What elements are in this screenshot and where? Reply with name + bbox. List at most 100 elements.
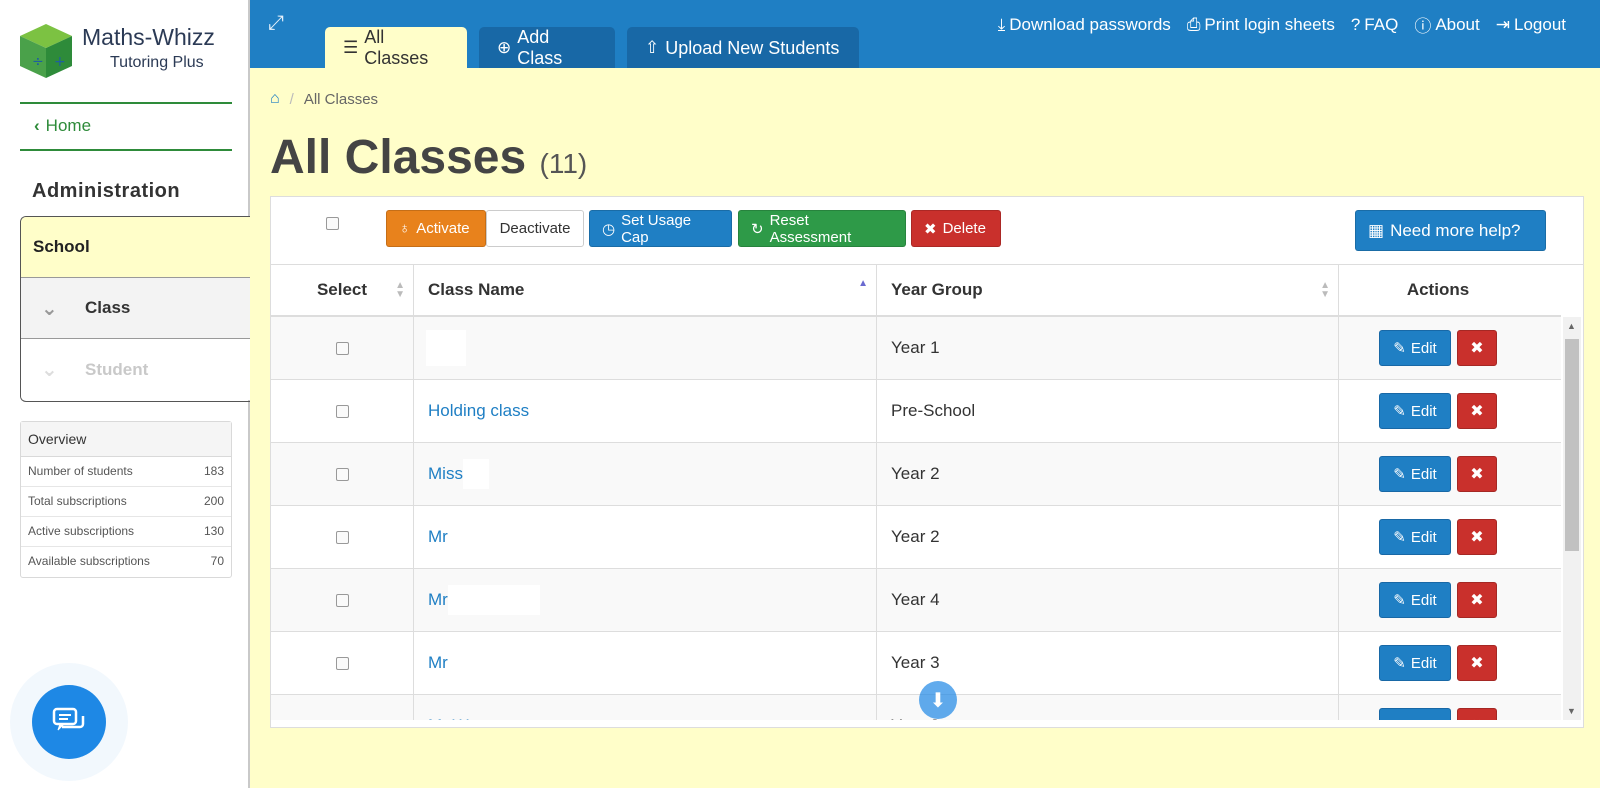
link-label: Download passwords	[1009, 14, 1171, 34]
select-all-checkbox[interactable]	[326, 217, 339, 230]
film-icon: ▦	[1368, 220, 1385, 240]
actions-cell: ✎Edit ✖	[1339, 569, 1537, 631]
table-row: Mr WYear 3✎Edit✖	[271, 695, 1561, 720]
page-title-text: All Classes	[270, 131, 527, 184]
edit-icon: ✎	[1393, 592, 1406, 609]
close-icon: ✖	[1470, 466, 1484, 483]
row-checkbox[interactable]	[335, 467, 349, 481]
column-header-select[interactable]: Select ▲ ▼	[271, 265, 414, 315]
class-name-link[interactable]: Mr	[428, 590, 448, 610]
nav-item-school[interactable]: School	[21, 217, 252, 278]
chat-button[interactable]	[32, 685, 106, 759]
edit-button[interactable]: ✎Edit	[1379, 393, 1451, 429]
class-name-link[interactable]: Miss	[428, 464, 463, 484]
year-group-cell: Year 2	[877, 443, 1339, 505]
row-checkbox[interactable]	[335, 593, 349, 607]
class-name-cell: Miss	[414, 443, 877, 505]
scrollbar-thumb[interactable]	[1565, 339, 1579, 551]
button-label: Edit	[1411, 718, 1437, 721]
plus-circle-icon: ⊕	[497, 38, 512, 57]
set-usage-cap-button[interactable]: ◷ Set Usage Cap	[589, 210, 732, 247]
home-icon[interactable]: ⌂	[270, 90, 280, 108]
table-row: Mr Year 2 ✎ Edit ✖	[271, 506, 1561, 569]
scroll-up-icon[interactable]: ▲	[1567, 321, 1576, 331]
delete-row-button[interactable]: ✖	[1457, 645, 1497, 681]
delete-row-button[interactable]: ✖	[1457, 393, 1497, 429]
row-checkbox[interactable]	[335, 719, 349, 720]
button-label: Deactivate	[499, 220, 571, 237]
row-checkbox[interactable]	[335, 530, 349, 544]
delete-row-button[interactable]: ✖	[1457, 708, 1497, 720]
year-group-cell: Pre-School	[877, 380, 1339, 442]
redacted-block	[447, 585, 540, 615]
tab-label: Upload New Students	[665, 37, 840, 58]
download-passwords-link[interactable]: ⤓ Download passwords	[998, 12, 1171, 37]
year-group-cell: Year 2	[877, 506, 1339, 568]
classes-panel: ♁ Activate Deactivate ◷ Set Usage Cap ↻ Res…	[270, 196, 1584, 728]
tab-all-classes[interactable]: ☰ All Classes	[325, 27, 467, 69]
sort-icon: ▲ ▼	[395, 280, 405, 300]
nav-item-class[interactable]: ⌄ Class	[21, 278, 252, 339]
overview-row: Number of students 183	[21, 457, 231, 487]
delete-row-button[interactable]: ✖	[1457, 582, 1497, 618]
delete-row-button[interactable]: ✖	[1457, 519, 1497, 555]
class-name-link[interactable]: Holding class	[428, 401, 529, 421]
about-link[interactable]: ⓘ About	[1414, 12, 1479, 37]
tab-add-class[interactable]: ⊕ Add Class	[479, 27, 615, 69]
print-login-sheets-link[interactable]: ⎙ Print login sheets	[1187, 12, 1335, 37]
reset-assessment-button[interactable]: ↻ Reset Assessment	[738, 210, 906, 247]
nav-item-label: Class	[85, 298, 131, 317]
row-checkbox[interactable]	[335, 404, 349, 418]
delete-row-button[interactable]: ✖	[1457, 456, 1497, 492]
table-scrollbar[interactable]: ▲ ▼	[1563, 317, 1581, 720]
class-name-cell: Mr	[414, 506, 877, 568]
breadcrumb-current: All Classes	[303, 90, 379, 108]
select-cell	[271, 380, 414, 442]
overview-value: 70	[210, 554, 224, 568]
deactivate-button[interactable]: Deactivate	[486, 210, 584, 247]
brand-name: Maths-Whizz	[82, 24, 215, 50]
row-checkbox[interactable]	[335, 341, 349, 355]
edit-button[interactable]: ✎Edit	[1379, 456, 1451, 492]
edit-button[interactable]: ✎Edit	[1379, 330, 1451, 366]
activate-button[interactable]: ♁ Activate	[386, 210, 486, 247]
header-label: Year Group	[891, 280, 983, 299]
home-link[interactable]: ‹ Home	[20, 102, 232, 151]
maths-whizz-logo[interactable]: ÷ + Maths-Whizz Tutoring Plus	[18, 20, 238, 84]
row-checkbox[interactable]	[335, 656, 349, 670]
nav-item-student[interactable]: ⌄ Student	[21, 339, 252, 400]
year-group-text: Year 3	[891, 653, 940, 672]
tab-upload-students[interactable]: ⇧ Upload New Students	[627, 27, 859, 69]
column-header-actions: Actions	[1339, 265, 1537, 315]
link-label: About	[1435, 14, 1480, 34]
administration-heading: Administration	[32, 180, 181, 202]
edit-button[interactable]: ✎Edit	[1379, 582, 1451, 618]
edit-icon: ✎	[1393, 403, 1406, 420]
table-row: Mr Year 4 ✎ Edit ✖	[271, 569, 1561, 632]
year-group-text: Year 2	[891, 527, 940, 546]
overview-label: Number of students	[28, 464, 133, 478]
delete-row-button[interactable]: ✖	[1457, 330, 1497, 366]
tab-label: Add Class	[517, 27, 563, 68]
link-label: Logout	[1514, 14, 1566, 34]
actions-cell: ✎Edit ✖	[1339, 632, 1537, 694]
header-label: Actions	[1406, 280, 1470, 299]
column-header-year-group[interactable]: Year Group ▲ ▼	[877, 265, 1339, 315]
edit-button[interactable]: ✎Edit	[1379, 708, 1451, 720]
class-name-link[interactable]: Mr	[428, 653, 448, 673]
select-cell	[271, 506, 414, 568]
class-name-link[interactable]: Mr W	[428, 716, 469, 720]
faq-link[interactable]: ? FAQ	[1351, 12, 1398, 37]
delete-button[interactable]: ✖ Delete	[911, 210, 1001, 247]
column-header-class-name[interactable]: Class Name ▲	[414, 265, 877, 315]
scroll-down-icon[interactable]: ▼	[1567, 706, 1576, 716]
expand-icon[interactable]: ⤢	[268, 12, 284, 35]
close-icon: ✖	[924, 220, 937, 238]
chevron-down-icon: ⌄	[41, 359, 58, 381]
class-name-link[interactable]: Mr	[428, 527, 448, 547]
scroll-down-arrow-icon[interactable]: ⬇	[919, 681, 957, 719]
edit-button[interactable]: ✎Edit	[1379, 519, 1451, 555]
need-more-help-button[interactable]: ▦ Need more help?	[1355, 210, 1546, 251]
edit-button[interactable]: ✎Edit	[1379, 645, 1451, 681]
logout-link[interactable]: ⇥ Logout	[1496, 12, 1566, 37]
